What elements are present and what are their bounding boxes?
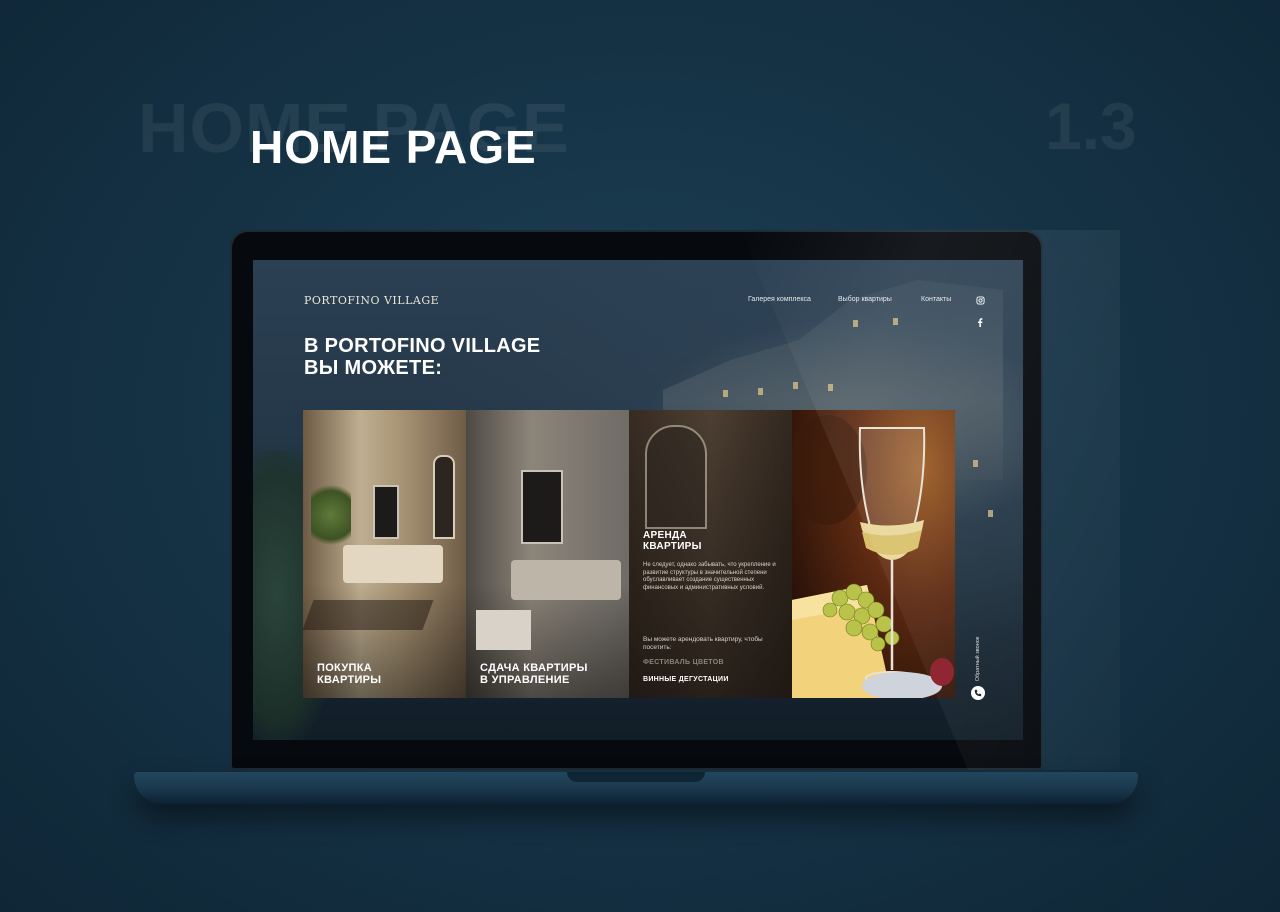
- phone-icon[interactable]: [971, 686, 985, 700]
- window-light: [793, 382, 798, 389]
- card-title-line: КВАРТИРЫ: [643, 541, 702, 552]
- nav-gallery[interactable]: Галерея комплекса: [748, 296, 811, 303]
- facebook-icon[interactable]: [975, 317, 985, 327]
- link-flower-festival[interactable]: ФЕСТИВАЛЬ ЦВЕТОВ: [643, 659, 724, 666]
- window-light: [988, 510, 993, 517]
- page-title: HOME PAGE: [250, 121, 537, 173]
- link-wine-tasting[interactable]: ВИННЫЕ ДЕГУСТАЦИИ: [643, 676, 729, 683]
- arched-window-image: [645, 425, 707, 529]
- hero-title: В PORTOFINO VILLAGE ВЫ МОЖЕТЕ:: [304, 335, 540, 379]
- card-label-line: КВАРТИРЫ: [317, 674, 382, 686]
- card-label-line: ПОКУПКА: [317, 662, 372, 674]
- sofa-image: [343, 545, 443, 583]
- window-light: [723, 390, 728, 397]
- card-rent-apartment[interactable]: АРЕНДА КВАРТИРЫ Не следует, однако забыв…: [629, 410, 792, 698]
- wine-glass-image: [792, 415, 954, 698]
- card-label-buy: ПОКУПКА КВАРТИРЫ: [317, 662, 381, 686]
- glass-table-image: [303, 600, 434, 630]
- window-light: [853, 320, 858, 327]
- card-description: Не следует, однако забывать, что укрепле…: [643, 562, 776, 591]
- hero-line-1: В PORTOFINO VILLAGE: [304, 335, 541, 357]
- callback-widget[interactable]: Обратный звонок: [971, 632, 985, 702]
- callback-label: Обратный звонок: [975, 636, 981, 682]
- card-label-line: СДАЧА КВАРТИРЫ: [480, 662, 588, 674]
- card-title-line: АРЕНДА: [643, 530, 687, 541]
- card-title-rent: АРЕНДА КВАРТИРЫ: [643, 530, 702, 552]
- plant-image: [311, 480, 351, 550]
- site-logo[interactable]: PORTOFINO VILLAGE: [304, 294, 439, 307]
- sofa-image: [511, 560, 621, 600]
- card-wine-image[interactable]: [792, 410, 955, 698]
- nav-apartment-select[interactable]: Выбор квартиры: [838, 296, 892, 303]
- window-light: [893, 318, 898, 325]
- ghost-number: 1.3: [1045, 89, 1137, 163]
- window-light: [758, 388, 763, 395]
- laptop-screen: PORTOFINO VILLAGE Галерея комплекса Выбо…: [253, 260, 1023, 740]
- wall-art: [373, 485, 399, 539]
- window-light: [973, 460, 978, 467]
- card-description-2: Вы можете арендовать квартиру, чтобы пос…: [643, 636, 763, 651]
- card-label-line: В УПРАВЛЕНИЕ: [480, 674, 570, 686]
- nav-contacts[interactable]: Контакты: [921, 296, 951, 303]
- side-table-image: [476, 610, 531, 650]
- window-image: [433, 455, 455, 539]
- instagram-icon[interactable]: [975, 295, 985, 305]
- laptop-notch: [567, 772, 705, 782]
- card-rent-out[interactable]: СДАЧА КВАРТИРЫ В УПРАВЛЕНИЕ: [466, 410, 629, 698]
- card-buy-apartment[interactable]: ПОКУПКА КВАРТИРЫ: [303, 410, 466, 698]
- wall-art: [521, 470, 563, 544]
- hero-line-2: ВЫ МОЖЕТЕ:: [304, 357, 443, 379]
- card-label-rent-out: СДАЧА КВАРТИРЫ В УПРАВЛЕНИЕ: [480, 662, 588, 686]
- window-light: [828, 384, 833, 391]
